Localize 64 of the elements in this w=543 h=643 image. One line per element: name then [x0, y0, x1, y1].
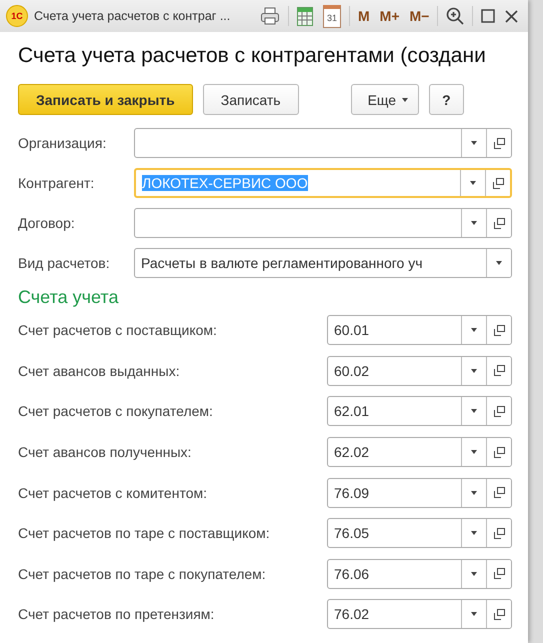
select-field[interactable]: [134, 128, 512, 158]
field-label: Счет расчетов с комитентом:: [18, 484, 208, 501]
open-icon: [492, 178, 504, 188]
app-logo: 1С: [6, 5, 28, 27]
section-title: Счета учета: [18, 287, 120, 308]
field-label: Счет расчетов по таре с покупателем:: [18, 566, 267, 582]
open-button[interactable]: [486, 129, 511, 157]
open-button[interactable]: [485, 170, 510, 196]
open-button[interactable]: [486, 478, 511, 507]
open-button[interactable]: [486, 209, 511, 237]
save-close-button[interactable]: Записать и закрыть: [18, 84, 193, 115]
open-icon: [494, 324, 504, 336]
open-button[interactable]: [486, 519, 511, 548]
select-field[interactable]: 60.02: [327, 356, 512, 386]
select-field[interactable]: Расчеты в валюте регламентированного уч: [134, 248, 512, 278]
memory-button[interactable]: M−: [408, 4, 432, 28]
open-icon: [494, 528, 504, 539]
select-field[interactable]: [134, 208, 512, 238]
select-field[interactable]: 60.01: [327, 315, 512, 346]
open-icon: [494, 138, 504, 148]
field-label: Счет расчетов с поставщиком:: [18, 322, 218, 338]
calculator-icon: [297, 6, 313, 26]
select-field[interactable]: 76.06: [327, 558, 512, 589]
printer-icon: [260, 7, 280, 25]
help-button[interactable]: ?: [429, 84, 464, 115]
select-field[interactable]: 62.02: [327, 437, 512, 468]
form-heading: Счета учета расчетов с контрагентами (создани: [18, 44, 487, 69]
select-field[interactable]: 62.01: [327, 396, 512, 426]
open-icon: [494, 446, 504, 458]
calendar-button[interactable]: 31: [321, 4, 343, 28]
open-icon: [494, 568, 504, 580]
open-button[interactable]: [486, 560, 511, 588]
field-label: Договор:: [18, 215, 76, 231]
close-icon: [505, 10, 518, 22]
calculator-button[interactable]: [295, 4, 315, 28]
field-label: Счет расчетов с покупателем:: [18, 403, 214, 420]
select-field[interactable]: 76.05: [327, 518, 512, 548]
field-label: Счет расчетов по претензиям:: [18, 606, 216, 622]
field-label: Счет расчетов по таре с поставщиком:: [18, 525, 271, 542]
caret-icon: [402, 98, 408, 102]
field-label: Организация:: [18, 135, 108, 151]
more-button[interactable]: Еще: [350, 84, 420, 115]
maximize-icon: [481, 9, 496, 23]
save-button[interactable]: Записать: [202, 84, 299, 115]
open-button[interactable]: [486, 316, 511, 344]
open-icon: [494, 365, 504, 376]
open-button[interactable]: [486, 397, 511, 426]
open-icon: [494, 487, 504, 498]
field-label: Контрагент:: [18, 175, 96, 191]
window-title: Счета учета расчетов с контраг ...: [34, 9, 232, 23]
field-label: Счет авансов полученных:: [18, 444, 192, 460]
field-label: Вид расчетов:: [18, 255, 111, 271]
select-field[interactable]: 76.02: [327, 599, 512, 630]
open-button[interactable]: [486, 356, 511, 385]
memory-button[interactable]: M+: [378, 4, 402, 28]
memory-button[interactable]: M: [356, 4, 372, 28]
open-icon: [494, 218, 504, 228]
open-button[interactable]: [486, 438, 511, 466]
zoom-icon: [446, 7, 464, 25]
open-icon: [494, 406, 504, 417]
open-icon: [494, 608, 504, 620]
open-button[interactable]: [486, 600, 511, 628]
field-label: Счет авансов выданных:: [18, 362, 181, 379]
select-field[interactable]: 76.09: [327, 478, 512, 508]
